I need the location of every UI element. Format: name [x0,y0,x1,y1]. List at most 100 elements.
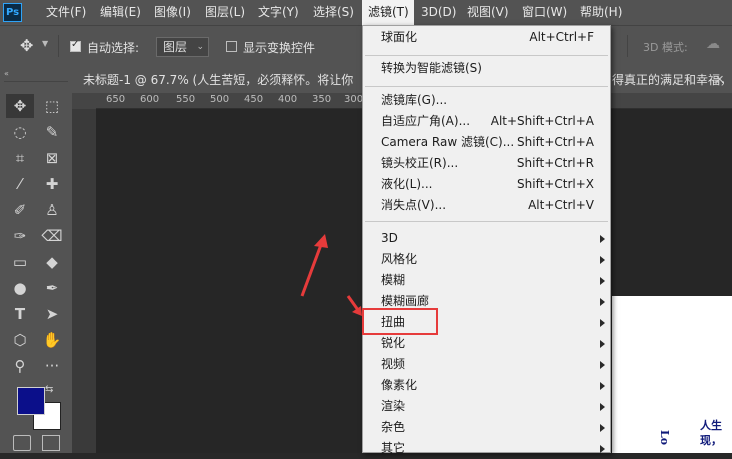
vertical-ruler [72,93,96,453]
menu-type[interactable]: 文字(Y) [258,0,299,25]
menu-separator [365,55,608,56]
path-select-tool-icon[interactable]: ➤ [38,302,66,326]
close-tab-icon[interactable]: ✕ [715,73,724,86]
type-tool-icon[interactable]: T [6,302,34,326]
ruler-tick: 300 [344,94,364,105]
gradient-tool-icon[interactable]: ▭ [6,250,34,274]
crop-tool-icon[interactable]: ⌗ [6,146,34,170]
ruler-tick: 400 [278,94,298,105]
annotation-arrows [300,234,362,316]
menu-edit[interactable]: 编辑(E) [100,0,141,25]
menu-select[interactable]: 选择(S) [313,0,354,25]
auto-select-label: 自动选择: [87,41,140,55]
submenu-arrow-icon [600,298,605,306]
menu-item-noise[interactable]: 杂色 [363,417,610,438]
menu-item-pixelate[interactable]: 像素化 [363,375,610,396]
menu-file[interactable]: 文件(F) [46,0,86,25]
submenu-arrow-icon [600,319,605,327]
stamp-tool-icon[interactable]: ♙ [38,198,66,222]
menu-item-vanishing-point[interactable]: 消失点(V)... Alt+Ctrl+V [363,195,610,216]
chevron-down-icon: ⌄ [196,42,204,52]
submenu-arrow-icon [600,361,605,369]
tools-panel: « ✥ ⬚ ◌ ✎ ⌗ ⊠ ⁄ ✚ ✐ ♙ ✑ ⌫ ▭ ◆ ● ✒ T ➤ ⬡ … [0,67,72,453]
menu-item-spherize[interactable]: 球面化 Alt+Ctrl+F [363,27,610,48]
menu-item-stylize[interactable]: 风格化 [363,249,610,270]
menu-item-adaptive-wide-angle[interactable]: 自适应广角(A)... Alt+Shift+Ctrl+A [363,111,610,132]
divider [627,35,628,57]
menu-item-render[interactable]: 渲染 [363,396,610,417]
zoom-tool-icon[interactable]: ⚲ [6,354,34,378]
divider [4,81,68,82]
screen-mode-icon[interactable] [42,435,60,451]
menu-3d[interactable]: 3D(D) [421,0,456,25]
3d-orbit-icon[interactable]: ☁ [706,36,720,52]
ruler-tick: 450 [244,94,264,105]
eyedropper-tool-icon[interactable]: ⁄ [6,172,34,196]
quick-select-tool-icon[interactable]: ✎ [38,120,66,144]
menu-view[interactable]: 视图(V) [467,0,509,25]
pen-tool-icon[interactable]: ✒ [38,276,66,300]
show-transform-label: 显示变换控件 [243,41,316,55]
menu-bar: Ps 文件(F) 编辑(E) 图像(I) 图层(L) 文字(Y) 选择(S) 滤… [0,0,732,25]
more-tools-icon[interactable]: ··· [38,354,66,378]
menu-window[interactable]: 窗口(W) [522,0,567,25]
ruler-tick: 350 [312,94,332,105]
menu-separator [365,86,608,87]
foreground-color-swatch[interactable] [17,387,45,415]
3d-mode-label: 3D 模式: [643,41,688,54]
eraser-tool-icon[interactable]: ⌫ [38,224,66,248]
hand-tool-icon[interactable]: ✋ [38,328,66,352]
auto-select-checkbox[interactable] [70,39,81,52]
dodge-tool-icon[interactable]: ● [6,276,34,300]
filter-menu-dropdown: 球面化 Alt+Ctrl+F 转换为智能滤镜(S) 滤镜库(G)... 自适应广… [362,25,611,455]
menu-item-liquify[interactable]: 液化(L)... Shift+Ctrl+X [363,174,610,195]
divider [58,35,59,57]
submenu-arrow-icon [600,235,605,243]
lasso-tool-icon[interactable]: ◌ [6,120,34,144]
menu-item-blur[interactable]: 模糊 [363,270,610,291]
ruler-origin [72,93,96,109]
auto-select-target-dropdown[interactable]: 图层 ⌄ [156,37,209,57]
submenu-arrow-icon [600,445,605,453]
menu-layer[interactable]: 图层(L) [205,0,245,25]
frame-tool-icon[interactable]: ⊠ [38,146,66,170]
quick-mask-icon[interactable] [13,435,31,451]
history-brush-tool-icon[interactable]: ✑ [6,224,34,248]
healing-brush-tool-icon[interactable]: ✚ [38,172,66,196]
menu-image[interactable]: 图像(I) [154,0,191,25]
document-title: 未标题-1 @ 67.7% (人生苦短，必须释怀。将让你 [83,73,354,87]
ruler-tick: 500 [210,94,230,105]
document-text-line: 现， [700,434,722,447]
menu-item-3d[interactable]: 3D [363,228,610,249]
brush-tool-icon[interactable]: ✐ [6,198,34,222]
menu-help[interactable]: 帮助(H) [580,0,622,25]
menu-item-convert-smart-filters[interactable]: 转换为智能滤镜(S) [363,58,610,79]
menu-item-camera-raw[interactable]: Camera Raw 滤镜(C)... Shift+Ctrl+A [363,132,610,153]
chevron-down-icon[interactable]: ▼ [42,39,48,48]
photoshop-logo-icon: Ps [3,3,22,22]
menu-item-other[interactable]: 其它 [363,438,610,459]
move-tool-icon[interactable]: ✥ [6,94,34,118]
submenu-arrow-icon [600,403,605,411]
document-vertical-text: Lo [658,430,671,446]
red-arrow-right-icon [346,295,360,311]
shape-tool-icon[interactable]: ⬡ [6,328,34,352]
move-tool-icon[interactable]: ✥ [20,36,33,55]
red-arrow-up-icon [300,241,324,297]
menu-item-sharpen[interactable]: 锐化 [363,333,610,354]
red-arrow-up-head-icon [314,234,328,248]
menu-item-lens-correction[interactable]: 镜头校正(R)... Shift+Ctrl+R [363,153,610,174]
menu-item-filter-gallery[interactable]: 滤镜库(G)... [363,90,610,111]
annotation-highlight-box [362,308,438,335]
blur-tool-icon[interactable]: ◆ [38,250,66,274]
show-transform-checkbox[interactable] [226,41,237,52]
menu-item-video[interactable]: 视频 [363,354,610,375]
submenu-arrow-icon [600,340,605,348]
submenu-arrow-icon [600,424,605,432]
auto-select-target-value: 图层 [163,40,188,54]
swap-colors-icon[interactable]: ⇆ [45,384,53,395]
ruler-tick: 600 [140,94,160,105]
collapse-panel-icon[interactable]: « [4,69,9,78]
menu-filter[interactable]: 滤镜(T) [362,0,414,25]
marquee-tool-icon[interactable]: ⬚ [38,94,66,118]
